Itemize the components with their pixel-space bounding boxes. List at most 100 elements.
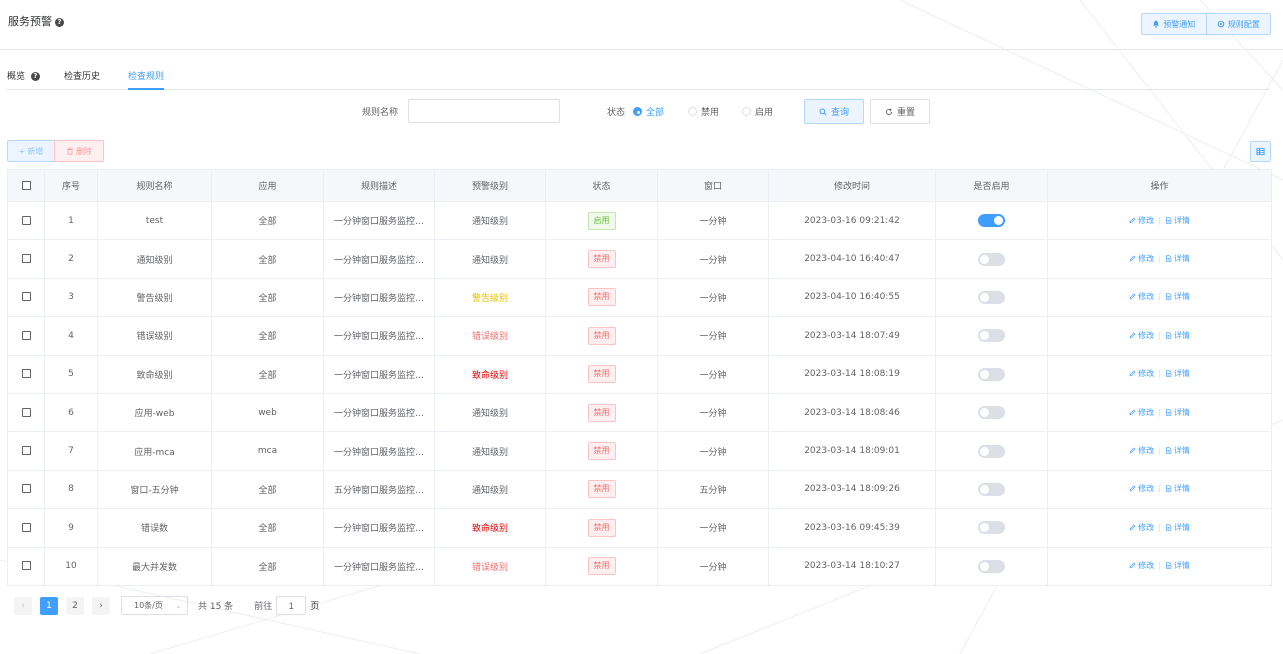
cell-status: 禁用 [545, 508, 658, 548]
prev-page-button[interactable]: ‹ [14, 596, 32, 615]
detail-link[interactable]: 详情 [1165, 522, 1190, 533]
cell-name: 警告级别 [97, 277, 212, 318]
goto-page-input[interactable] [276, 596, 307, 615]
enable-toggle[interactable] [978, 252, 1005, 266]
table-row: 8 窗口-五分钟 全部 五分钟窗口服务监控… 通知级别 禁用 五分钟 2023-03-14 1… [7, 469, 1272, 510]
tab-overview[interactable]: 概览 ? [7, 69, 40, 90]
edit-link[interactable]: 修改 [1129, 291, 1154, 302]
search-icon [819, 107, 827, 116]
status-radio-all[interactable]: 全部 [633, 105, 664, 118]
cell-window: 一分钟 [657, 354, 769, 394]
next-page-button[interactable]: › [92, 596, 110, 615]
rule-config-button[interactable]: 规则配置 [1205, 14, 1271, 34]
edit-link[interactable]: 修改 [1129, 522, 1154, 533]
alert-notify-button[interactable]: 预警通知 [1142, 14, 1206, 34]
detail-link[interactable]: 详情 [1165, 291, 1190, 302]
row-checkbox[interactable] [21, 330, 31, 340]
row-checkbox[interactable] [21, 446, 31, 456]
cell-name: 最大并发数 [97, 546, 212, 586]
enable-toggle[interactable] [978, 444, 1005, 458]
add-label: 新增 [27, 146, 44, 156]
edit-link[interactable]: 修改 [1129, 560, 1154, 571]
cell-window: 一分钟 [657, 316, 769, 356]
cell-name: 通知级别 [97, 239, 212, 279]
cell-window: 一分钟 [657, 546, 769, 586]
table-row: 2 通知级别 全部 一分钟窗口服务监控… 通知级别 禁用 一分钟 2023-04-10 16:… [7, 239, 1272, 279]
enable-toggle[interactable] [978, 367, 1005, 381]
row-select-cell [7, 354, 45, 394]
cell-name: test [97, 200, 212, 241]
edit-link[interactable]: 修改 [1129, 483, 1154, 494]
row-checkbox[interactable] [21, 254, 31, 264]
page-button-2[interactable]: 2 [66, 596, 84, 615]
column-settings-button[interactable] [1250, 141, 1271, 162]
enable-toggle[interactable] [978, 406, 1005, 420]
cell-app: web [211, 392, 324, 433]
top-button-group: 预警通知 规则配置 [1141, 13, 1271, 35]
delete-label: 删除 [76, 146, 92, 156]
row-checkbox[interactable] [21, 407, 31, 417]
enable-toggle[interactable] [978, 482, 1005, 496]
status-radio-disabled[interactable]: 禁用 [688, 105, 719, 118]
cell-time: 2023-03-14 18:07:49 [768, 316, 936, 356]
enable-toggle[interactable] [978, 329, 1005, 343]
status-radio-enabled[interactable]: 启用 [742, 105, 773, 118]
select-all-checkbox[interactable] [21, 180, 31, 190]
edit-label: 修改 [1138, 446, 1155, 456]
edit-link[interactable]: 修改 [1129, 253, 1154, 264]
cell-enabled [935, 546, 1048, 586]
document-icon [1165, 485, 1172, 493]
row-checkbox[interactable] [21, 215, 31, 225]
query-button[interactable]: 查询 [804, 99, 864, 124]
enable-toggle[interactable] [978, 521, 1005, 535]
edit-link[interactable]: 修改 [1129, 215, 1154, 226]
row-select-cell [7, 316, 45, 356]
column-header: 应用 [211, 169, 324, 202]
cell-desc: 一分钟窗口服务监控… [323, 431, 435, 471]
cell-app: 全部 [211, 277, 324, 318]
tab-check-rules[interactable]: 检查规则 [128, 69, 165, 90]
tab-check-history[interactable]: 检查历史 [64, 69, 100, 90]
row-checkbox[interactable] [21, 484, 31, 494]
row-checkbox[interactable] [21, 522, 31, 532]
edit-link[interactable]: 修改 [1129, 330, 1154, 341]
edit-link[interactable]: 修改 [1129, 445, 1154, 456]
edit-link[interactable]: 修改 [1129, 407, 1154, 418]
row-checkbox[interactable] [21, 292, 31, 302]
cell-ops: 修改 | 详情 [1047, 392, 1272, 433]
enable-toggle[interactable] [978, 559, 1005, 573]
detail-link[interactable]: 详情 [1165, 253, 1190, 264]
cell-time: 2023-03-14 18:09:26 [768, 469, 936, 510]
detail-link[interactable]: 详情 [1165, 215, 1190, 226]
delete-button[interactable]: 删除 [54, 140, 104, 162]
row-select-cell [7, 277, 45, 318]
add-button[interactable]: + 新增 [7, 140, 55, 162]
help-icon[interactable]: ? [55, 17, 64, 27]
detail-link[interactable]: 详情 [1165, 407, 1190, 418]
detail-label: 详情 [1173, 561, 1190, 571]
detail-link[interactable]: 详情 [1165, 483, 1190, 494]
detail-link[interactable]: 详情 [1165, 445, 1190, 456]
page-size-select[interactable]: 10条/页 ⌄ [121, 596, 188, 615]
detail-label: 详情 [1173, 446, 1190, 456]
reset-button[interactable]: 重置 [870, 99, 930, 124]
cell-time: 2023-03-14 18:08:46 [768, 392, 936, 433]
rule-name-input[interactable] [408, 99, 560, 123]
rules-table: 序号 规则名称 应用 规则描述 预警级别 状态 窗口 修改时间 是否启用 操作 … [7, 169, 1272, 586]
page-button-1[interactable]: 1 [40, 596, 58, 615]
table-row: 9 错误数 全部 一分钟窗口服务监控… 致命级别 禁用 一分钟 2023-03-16 09:4… [7, 508, 1272, 548]
cell-time: 2023-03-16 09:21:42 [768, 200, 936, 241]
detail-link[interactable]: 详情 [1165, 330, 1190, 341]
help-icon[interactable]: ? [30, 72, 40, 81]
row-select-cell [7, 392, 45, 433]
cell-name: 应用-web [97, 392, 212, 433]
enable-toggle[interactable] [978, 214, 1005, 228]
edit-link[interactable]: 修改 [1129, 368, 1154, 379]
detail-label: 详情 [1173, 369, 1190, 379]
cell-name: 致命级别 [97, 354, 212, 394]
enable-toggle[interactable] [978, 290, 1005, 304]
row-checkbox[interactable] [21, 561, 31, 571]
detail-link[interactable]: 详情 [1165, 368, 1190, 379]
detail-link[interactable]: 详情 [1165, 560, 1190, 571]
row-checkbox[interactable] [21, 369, 31, 379]
